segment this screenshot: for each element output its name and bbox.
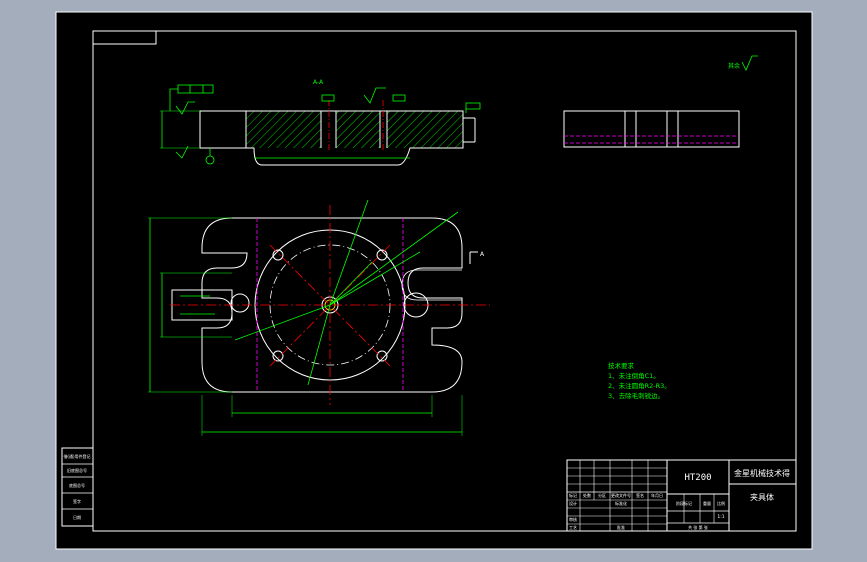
tb-sheets: 共 张 第 张 <box>688 524 708 530</box>
side-table-cell: 底图总号 <box>69 482 85 488</box>
side-table-cell: 借(通)用件登记 <box>63 453 90 459</box>
drawing-canvas[interactable]: A-A 其余 A 技术要求 1、未注倒角C1。 2、未注圆角R2-R3。 3、去… <box>0 0 867 562</box>
cad-viewport[interactable]: A-A 其余 A 技术要求 1、未注倒角C1。 2、未注圆角R2-R3。 3、去… <box>0 0 867 562</box>
tb-row-label: 标记 <box>569 492 577 498</box>
side-table-cell: 日期 <box>73 514 81 520</box>
side-table-cell: 签字 <box>73 498 81 504</box>
surface-finish-text: 其余 <box>728 62 740 70</box>
tb-standard: 标准化 <box>615 500 627 506</box>
tb-part-name: 夹具体 <box>750 492 774 502</box>
tb-row-label: 签名 <box>636 492 644 498</box>
tb-row-label: 年月日 <box>651 492 663 498</box>
tb-ratio: 比例 <box>717 500 725 506</box>
tb-row-label: 更改文件号 <box>611 492 631 498</box>
sheet-background <box>56 12 812 549</box>
tb-weight: 重量 <box>703 500 711 506</box>
section-hatch-mid <box>336 111 380 148</box>
tb-design: 设计 <box>569 500 577 506</box>
tb-review: 审核 <box>569 516 577 522</box>
section-label: A-A <box>313 79 324 86</box>
tb-approve: 批准 <box>617 524 625 530</box>
side-table-cell: 旧底图总号 <box>67 467 87 473</box>
tb-material: HT200 <box>684 473 711 483</box>
tech-req-item: 2、未注圆角R2-R3。 <box>608 381 671 390</box>
tech-req-item: 3、去除毛刺锐边。 <box>608 391 664 400</box>
tb-row-label: 分区 <box>598 492 606 498</box>
tb-process: 工艺 <box>569 525 577 530</box>
tb-company: 金星机械技术得 <box>734 468 790 478</box>
section-hatch-left <box>246 111 321 148</box>
section-hatch-right <box>387 111 463 148</box>
tech-req-item: 1、未注倒角C1。 <box>608 371 660 380</box>
tb-row-label: 处数 <box>583 492 591 498</box>
tech-req-title: 技术要求 <box>608 361 635 370</box>
tb-ratio-value: 1:1 <box>717 514 724 520</box>
tb-stage-mark: 阶段标记 <box>676 500 692 506</box>
